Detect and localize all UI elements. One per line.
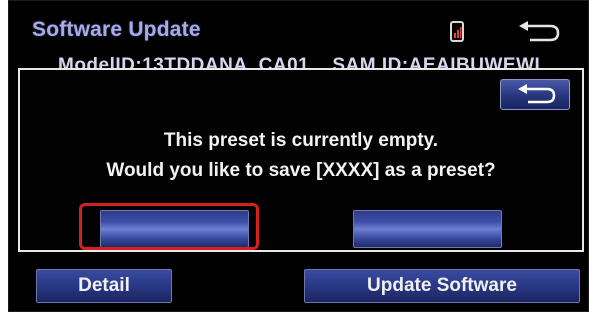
phone-signal-icon <box>450 21 464 42</box>
dialog-back-button[interactable] <box>500 79 570 110</box>
display-screen: Software Update ModelID:13TDDANA_CA01 SA… <box>8 0 589 312</box>
back-arrow-icon <box>518 84 556 104</box>
dialog-message-line2: Would you like to save [XXXX] as a prese… <box>106 160 496 181</box>
confirm-save-button[interactable] <box>100 210 249 248</box>
update-software-button[interactable]: Update Software <box>304 269 580 303</box>
back-button[interactable] <box>516 20 562 44</box>
dialog-message-line1: This preset is currently empty. <box>163 130 439 151</box>
save-preset-dialog: This preset is currently empty. Would yo… <box>18 68 584 252</box>
detail-button[interactable]: Detail <box>36 269 172 303</box>
cancel-save-button[interactable] <box>353 210 502 248</box>
page-title: Software Update <box>32 18 201 41</box>
model-info-line: ModelID:13TDDANA_CA01 SAM ID:AEAIBUWEWI <box>58 55 541 69</box>
back-arrow-icon <box>519 21 560 42</box>
